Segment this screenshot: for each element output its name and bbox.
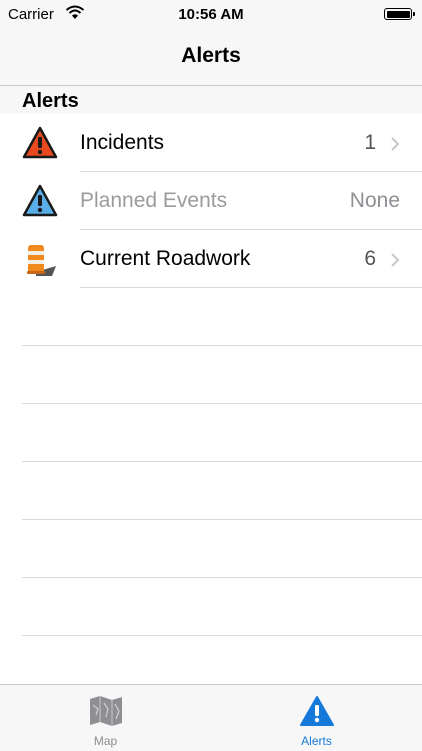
empty-rows xyxy=(22,345,422,693)
row-label: Current Roadwork xyxy=(80,247,251,270)
empty-row-separator xyxy=(22,577,422,578)
empty-row-separator xyxy=(22,461,422,462)
row-count: 6 xyxy=(364,247,376,270)
chevron-right-icon xyxy=(391,137,400,151)
row-label: Planned Events xyxy=(80,189,228,212)
status-bar: Carrier 10:56 AM xyxy=(0,0,422,30)
row-planned-events: Planned Events None xyxy=(0,172,422,230)
empty-row-separator xyxy=(22,345,422,346)
row-current-roadwork[interactable]: Current Roadwork 6 xyxy=(0,230,422,288)
tab-bar: Map Alerts xyxy=(0,684,422,751)
map-icon xyxy=(89,696,122,726)
tab-alerts[interactable]: Alerts xyxy=(211,685,422,751)
incident-warning-icon xyxy=(22,126,58,159)
empty-row-separator xyxy=(22,519,422,520)
row-separator xyxy=(80,287,422,288)
section-title: Alerts xyxy=(22,90,79,112)
chevron-right-icon xyxy=(391,253,400,267)
planned-event-warning-icon xyxy=(22,184,58,217)
empty-row-separator xyxy=(22,635,422,636)
alerts-list: Incidents 1 Planned Events None Current … xyxy=(0,114,422,288)
empty-row-separator xyxy=(22,403,422,404)
row-count: 1 xyxy=(364,131,376,154)
tab-map[interactable]: Map xyxy=(0,685,211,751)
top-bar: Carrier 10:56 AM Alerts xyxy=(0,0,422,86)
status-time: 10:56 AM xyxy=(178,6,244,23)
row-count: None xyxy=(349,189,400,212)
row-incidents[interactable]: Incidents 1 xyxy=(0,114,422,172)
tab-label: Map xyxy=(93,734,118,748)
page-title: Alerts xyxy=(181,44,241,67)
battery-icon xyxy=(384,8,415,20)
row-label: Incidents xyxy=(80,131,165,154)
section-header: Alerts xyxy=(0,86,422,114)
alert-icon xyxy=(299,696,334,726)
tab-label: Alerts xyxy=(301,734,332,748)
traffic-barrel-icon xyxy=(27,245,56,276)
